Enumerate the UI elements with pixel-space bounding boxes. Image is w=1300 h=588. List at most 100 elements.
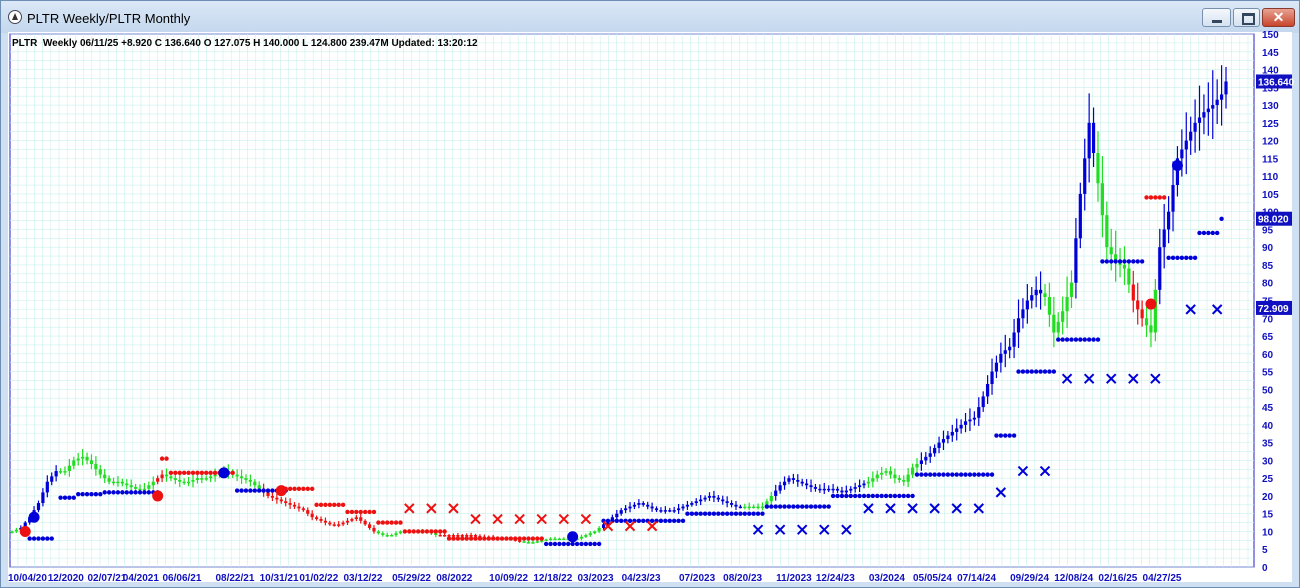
price-bar-body: [884, 471, 888, 473]
price-bar-body: [880, 472, 884, 475]
price-bar-body: [1158, 247, 1162, 290]
price-bar-body: [1197, 117, 1202, 123]
stop-dot: [742, 511, 748, 516]
price-bar-body: [1105, 215, 1109, 248]
price-chart[interactable]: 0510152025303540455055606570758085909510…: [0, 0, 1300, 588]
stop-dot: [115, 490, 121, 495]
stop-dot: [442, 529, 447, 534]
y-tick-label: 80: [1262, 279, 1274, 290]
signal-dot: [152, 490, 164, 502]
price-bar-body: [729, 503, 734, 505]
price-bar-body: [1016, 318, 1021, 333]
price-bar-body: [906, 474, 910, 482]
price-bar-body: [306, 510, 310, 514]
stop-dot: [835, 493, 840, 499]
stop-dot: [826, 504, 831, 509]
price-bar-body: [778, 485, 782, 491]
price-bar-body: [1069, 282, 1074, 297]
y-tick-label: 70: [1262, 314, 1274, 325]
stop-dot: [464, 536, 469, 541]
stop-dot: [186, 470, 191, 476]
price-bar-body: [1083, 158, 1087, 194]
price-bar-body: [650, 506, 654, 509]
price-bar-body: [747, 506, 751, 509]
stop-dot: [583, 541, 589, 547]
price-bar-body: [1030, 295, 1034, 301]
price-bar-body: [593, 531, 597, 534]
stop-dot: [592, 541, 597, 547]
price-bar-body: [628, 506, 632, 509]
stop-dot: [689, 511, 695, 516]
stop-dot: [1003, 433, 1008, 438]
stop-dot: [822, 504, 827, 509]
stop-dot: [367, 509, 372, 515]
stop-dot: [1117, 259, 1123, 264]
stop-dot: [641, 518, 646, 524]
stop-dot: [1219, 216, 1224, 221]
stop-dot: [460, 536, 465, 541]
price-bar-body: [937, 442, 941, 448]
signal-dot: [1145, 298, 1157, 310]
stop-dot: [808, 504, 814, 509]
stop-dot: [905, 493, 911, 499]
stop-dot: [354, 509, 359, 515]
stop-dot: [667, 518, 672, 524]
price-bar-body: [822, 488, 826, 491]
price-bar-body: [716, 497, 720, 500]
stop-dot: [552, 541, 558, 547]
stop-dot: [1082, 337, 1087, 342]
stop-dot: [716, 511, 721, 516]
price-bar-body: [341, 522, 345, 525]
x-tick-label: 04/2021: [123, 573, 160, 584]
stop-dot: [928, 472, 933, 477]
price-bar-body: [844, 490, 848, 493]
price-label: 72.909: [1256, 300, 1292, 315]
price-bar-body: [465, 535, 469, 537]
price-bar-body: [624, 508, 628, 511]
stop-dot: [204, 470, 209, 476]
price-label: 136.640: [1256, 74, 1295, 89]
stop-dot: [1139, 259, 1145, 264]
y-tick-label: 30: [1262, 456, 1274, 467]
price-bar-body: [933, 447, 937, 454]
price-bar-body: [244, 478, 248, 480]
y-tick-label: 105: [1262, 190, 1279, 201]
price-bar-body: [699, 499, 703, 502]
stop-dot: [1153, 195, 1158, 200]
x-tick-label: 02/16/25: [1098, 573, 1137, 584]
stop-dot: [897, 493, 902, 499]
stop-dot: [239, 488, 244, 493]
x-tick-label: 07/14/24: [957, 573, 996, 584]
price-bar-body: [902, 479, 906, 482]
stop-dot: [1179, 255, 1185, 261]
price-bar-body: [337, 524, 341, 526]
price-bar-body: [332, 524, 336, 526]
stop-dot: [71, 495, 77, 500]
price-bar-body: [120, 481, 124, 484]
price-bar-body: [601, 524, 606, 528]
stop-dot: [287, 486, 293, 492]
stop-dot: [407, 529, 412, 534]
stop-dot: [967, 472, 973, 477]
stop-dot: [804, 504, 809, 509]
stop-dot: [543, 541, 549, 547]
stop-dot: [181, 470, 187, 476]
stop-dot: [985, 472, 990, 477]
price-bar-body: [186, 481, 191, 484]
stop-dot: [1091, 337, 1096, 342]
price-bar-body: [1096, 153, 1100, 184]
stop-dot: [919, 472, 924, 477]
price-bar-body: [1184, 140, 1188, 150]
price-bar-body: [637, 503, 641, 505]
y-tick-label: 110: [1262, 172, 1279, 183]
stop-dot: [769, 504, 774, 509]
price-bar-body: [707, 495, 712, 498]
price-bar-body: [288, 503, 292, 505]
price-bar-body: [456, 535, 460, 537]
stop-dot: [548, 541, 553, 547]
price-bar-body: [1206, 108, 1210, 113]
price-bar-body: [1193, 122, 1197, 132]
stop-dot: [76, 491, 81, 497]
stop-dot: [530, 536, 536, 541]
stop-dot: [892, 493, 898, 499]
